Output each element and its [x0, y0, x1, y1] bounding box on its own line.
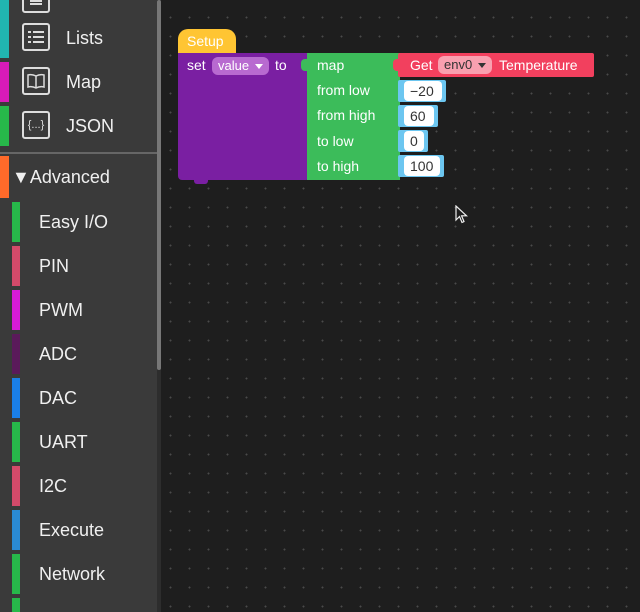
- category-color-stripe: [0, 18, 9, 58]
- map-block[interactable]: map from low from high to low to high: [307, 53, 400, 180]
- book-icon: [22, 67, 50, 95]
- input-connector: [301, 59, 308, 71]
- set-label: set: [187, 57, 206, 73]
- mouse-cursor-icon: [455, 205, 469, 224]
- toolbox-category-map[interactable]: Map: [0, 60, 157, 104]
- get-sensor-block[interactable]: Get env0 Temperature: [398, 53, 594, 77]
- category-color-stripe: [0, 156, 9, 198]
- to-high-input[interactable]: 100: [404, 156, 440, 176]
- category-color-stripe: [12, 422, 20, 462]
- toolbox-item-label: ADC: [39, 343, 78, 364]
- toolbox-category-json[interactable]: {...} JSON: [0, 104, 157, 148]
- sensor-dropdown[interactable]: env0: [438, 56, 493, 74]
- set-variable-block[interactable]: set value to: [178, 53, 310, 180]
- to-low-input[interactable]: 0: [404, 131, 424, 151]
- toolbox-item-pwm[interactable]: PWM: [0, 288, 157, 332]
- toolbox-category-advanced[interactable]: ▼Advanced: [0, 156, 157, 198]
- input-connector: [393, 59, 399, 71]
- toolbox-category-label: Lists: [66, 27, 104, 48]
- advanced-text: Advanced: [29, 166, 110, 187]
- category-color-stripe: [12, 246, 20, 286]
- to-high-label: to high: [317, 158, 360, 174]
- toolbox-item-label: Network: [39, 563, 106, 584]
- toolbox-item-label: Execute: [39, 519, 105, 540]
- setup-hat-block[interactable]: Setup: [178, 29, 236, 55]
- braces-icon: {...}: [22, 111, 50, 139]
- get-label: Get: [410, 57, 433, 73]
- expand-arrow-icon: ▼: [12, 166, 30, 187]
- toolbox-scrollbar[interactable]: [157, 0, 161, 370]
- toolbox-item-i2c[interactable]: I2C: [0, 464, 157, 508]
- toolbox-item-pin[interactable]: PIN: [0, 244, 157, 288]
- property-label: Temperature: [499, 57, 578, 73]
- category-color-stripe: [0, 106, 9, 146]
- toolbox-divider: [0, 152, 157, 154]
- toolbox-item-label: UART: [39, 431, 88, 452]
- toolbox-item-uart[interactable]: UART: [0, 420, 157, 464]
- category-color-stripe: [12, 334, 20, 374]
- map-label: map: [317, 57, 345, 73]
- toolbox-item-partial[interactable]: [0, 596, 157, 612]
- variables-icon: [22, 0, 50, 13]
- toolbox-category-label: JSON: [66, 115, 115, 136]
- toolbox-item-label: PIN: [39, 255, 70, 276]
- toolbox-category-lists[interactable]: Lists: [0, 16, 157, 60]
- toolbox-item-dac[interactable]: DAC: [0, 376, 157, 420]
- from-low-input[interactable]: −20: [404, 81, 442, 101]
- toolbox-item-label: PWM: [39, 299, 83, 320]
- variable-dropdown[interactable]: value: [212, 57, 270, 75]
- category-color-stripe: [12, 510, 20, 550]
- advanced-label: ▼Advanced: [12, 167, 110, 188]
- category-color-stripe: [12, 466, 20, 506]
- block-bottom-notch: [194, 179, 208, 184]
- category-color-stripe: [12, 202, 20, 242]
- from-low-label: from low: [317, 82, 370, 98]
- toolbox-item-easy-io[interactable]: Easy I/O: [0, 200, 157, 244]
- toolbox-item-label: DAC: [39, 387, 78, 408]
- toolbox-item-label: Easy I/O: [39, 211, 109, 232]
- toolbox-item-execute[interactable]: Execute: [0, 508, 157, 552]
- setup-label: Setup: [187, 33, 224, 49]
- toolbox-item-label: I2C: [39, 475, 68, 496]
- category-color-stripe: [12, 554, 20, 594]
- to-label: to: [275, 57, 287, 73]
- category-color-stripe: [12, 598, 20, 612]
- from-high-label: from high: [317, 107, 376, 123]
- to-low-label: to low: [317, 133, 354, 149]
- toolbox-item-network[interactable]: Network: [0, 552, 157, 596]
- from-high-input[interactable]: 60: [404, 106, 434, 126]
- category-color-stripe: [12, 378, 20, 418]
- toolbox: Lists Map {...} JSON ▼Advanced Easy I/O …: [0, 0, 157, 612]
- category-color-stripe: [0, 62, 9, 102]
- toolbox-category-label: Map: [66, 71, 102, 92]
- category-color-stripe: [12, 290, 20, 330]
- list-icon: [22, 23, 50, 51]
- toolbox-item-adc[interactable]: ADC: [0, 332, 157, 376]
